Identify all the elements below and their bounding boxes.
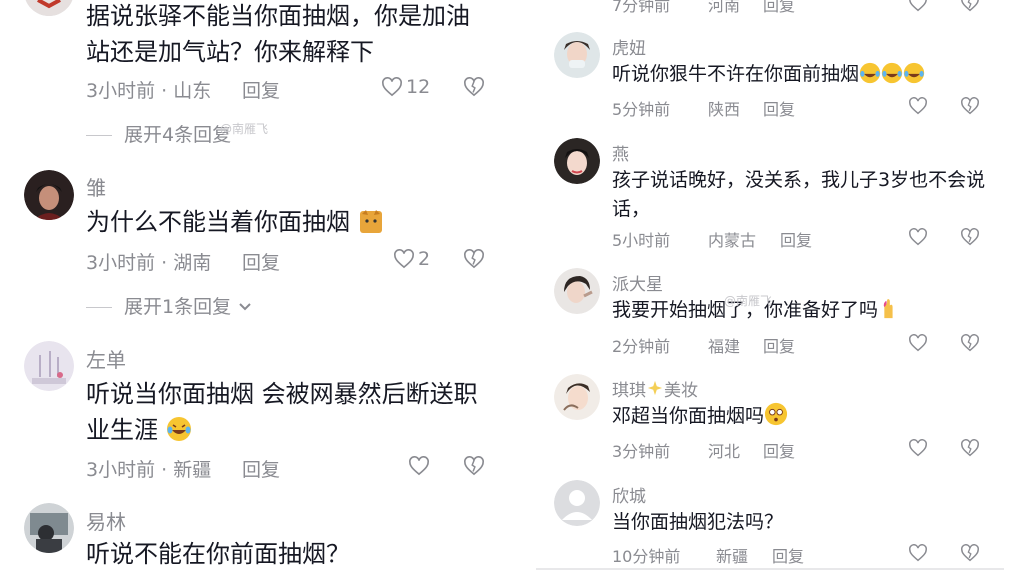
watermark: @南雁飞 xyxy=(724,294,773,308)
reply-button[interactable]: 回复 xyxy=(772,543,804,567)
comment-time-location: 3小时前 · 新疆 xyxy=(86,459,212,481)
comment-text: 邓超当你面抽烟吗 xyxy=(612,402,1002,435)
default-avatar[interactable] xyxy=(554,480,600,526)
avatar[interactable] xyxy=(24,341,74,391)
reply-button[interactable]: 回复 xyxy=(763,333,795,357)
broken-heart-icon[interactable] xyxy=(960,439,980,461)
comment-time-location: 3小时前 · 湖南 xyxy=(86,252,212,274)
heart-outline-icon[interactable] xyxy=(908,439,928,461)
comment-location: 福建 xyxy=(708,337,741,356)
avatar[interactable] xyxy=(554,32,600,78)
reply-button[interactable]: 回复 xyxy=(242,455,280,482)
commenter-name[interactable]: 虎妞 xyxy=(612,34,646,59)
comment-time: 3分钟前 xyxy=(612,442,671,461)
crossed-fingers-emoji xyxy=(878,298,898,329)
reply-button[interactable]: 回复 xyxy=(763,438,795,462)
heart-outline-icon[interactable] xyxy=(408,456,430,480)
comment-location: 河北 xyxy=(708,442,741,461)
comment-location: 新疆 xyxy=(716,547,749,566)
like-count: 12 xyxy=(406,76,431,98)
avatar[interactable] xyxy=(24,503,74,553)
tears-of-joy-emoji xyxy=(859,62,881,93)
heart-outline-icon[interactable] xyxy=(908,334,928,356)
tears-of-joy-emoji xyxy=(166,416,192,452)
comment-location: 河南 xyxy=(708,0,741,15)
cat-emoji xyxy=(358,208,384,244)
broken-heart-icon[interactable] xyxy=(960,228,980,250)
reply-button[interactable]: 回复 xyxy=(242,248,280,275)
comment-location: 陕西 xyxy=(708,100,741,119)
comment-text: 当你面抽烟犯法吗？ xyxy=(612,511,784,533)
broken-heart-icon[interactable] xyxy=(463,77,485,101)
heart-outline-icon[interactable] xyxy=(908,0,928,16)
broken-heart-icon[interactable] xyxy=(960,97,980,119)
tears-of-joy-emoji xyxy=(881,62,903,93)
comment-text: 据说张驿不能当你面抽烟，你是加油站还是加气站？你来解释下 xyxy=(86,2,470,66)
comments-panel-left: 据说张驿不能当你面抽烟，你是加油站还是加气站？你来解释下 3小时前 · 山东 回… xyxy=(0,0,510,576)
reply-button[interactable]: 回复 xyxy=(763,96,795,120)
avatar[interactable] xyxy=(554,374,600,420)
comment-text: 听说当你面抽烟 会被网暴然后断送职业生涯 xyxy=(86,376,486,452)
expand-label: 展开1条回复 xyxy=(124,296,232,318)
expand-replies-button[interactable]: 展开4条回复 xyxy=(86,120,231,147)
comment-location: 内蒙古 xyxy=(708,231,757,250)
comment-time: 10分钟前 xyxy=(612,547,681,566)
watermark: @南雁飞 xyxy=(220,122,269,136)
comment-time-location: 3小时前 · 山东 xyxy=(86,80,212,102)
expand-replies-button[interactable]: 展开1条回复 xyxy=(86,292,253,319)
comment-text: 孩子说话晚好，没关系，我儿子3岁也不会说话， xyxy=(612,169,986,220)
sparkle-star-icon xyxy=(646,380,664,401)
avatar[interactable] xyxy=(24,0,74,16)
comments-panel-right: 7分钟前 河南 回复 虎妞 听说你狠牛不许在你面前抽烟 5分钟前 陕西 回复 燕… xyxy=(528,0,1024,576)
commenter-name[interactable]: 派大星 xyxy=(612,270,663,295)
avatar[interactable] xyxy=(24,170,74,220)
broken-heart-icon[interactable] xyxy=(960,0,980,16)
broken-heart-icon[interactable] xyxy=(960,544,980,566)
expand-label: 展开4条回复 xyxy=(124,124,232,146)
comment-text: 听说不能在你前面抽烟？ xyxy=(86,540,350,568)
chevron-down-icon xyxy=(237,296,253,318)
commenter-name[interactable]: 燕 xyxy=(612,140,629,165)
comment-time: 5小时前 xyxy=(612,231,671,250)
panel-divider xyxy=(514,0,524,576)
commenter-name[interactable]: 左单 xyxy=(86,344,126,373)
tears-of-joy-emoji xyxy=(903,62,925,93)
commenter-name[interactable]: 雏 xyxy=(86,172,106,201)
heart-outline-icon[interactable] xyxy=(908,544,928,566)
comment-time: 2分钟前 xyxy=(612,337,671,356)
heart-outline-icon[interactable] xyxy=(393,249,415,273)
commenter-name[interactable]: 欣城 xyxy=(612,482,646,507)
dizzy-face-emoji xyxy=(764,402,788,435)
broken-heart-icon[interactable] xyxy=(960,334,980,356)
comment-text: 为什么不能当着你面抽烟 xyxy=(86,204,486,244)
commenter-name[interactable]: 琪琪 美妆 xyxy=(612,376,698,401)
comment-text: 听说你狠牛不许在你面前抽烟 xyxy=(612,60,1002,93)
heart-outline-icon[interactable] xyxy=(381,77,403,101)
reply-button[interactable]: 回复 xyxy=(780,227,812,251)
commenter-name[interactable]: 易林 xyxy=(86,506,126,535)
broken-heart-icon[interactable] xyxy=(463,249,485,273)
avatar[interactable] xyxy=(554,138,600,184)
broken-heart-icon[interactable] xyxy=(463,456,485,480)
bottom-divider xyxy=(536,568,1004,570)
comment-time: 5分钟前 xyxy=(612,100,671,119)
comment-text: 我要开始抽烟了，你准备好了吗 xyxy=(612,296,1002,329)
heart-outline-icon[interactable] xyxy=(908,228,928,250)
heart-outline-icon[interactable] xyxy=(908,97,928,119)
reply-button[interactable]: 回复 xyxy=(242,76,280,103)
like-count: 2 xyxy=(418,248,431,270)
comment-time: 7分钟前 xyxy=(612,0,671,15)
reply-button[interactable]: 回复 xyxy=(763,0,795,16)
avatar[interactable] xyxy=(554,268,600,314)
